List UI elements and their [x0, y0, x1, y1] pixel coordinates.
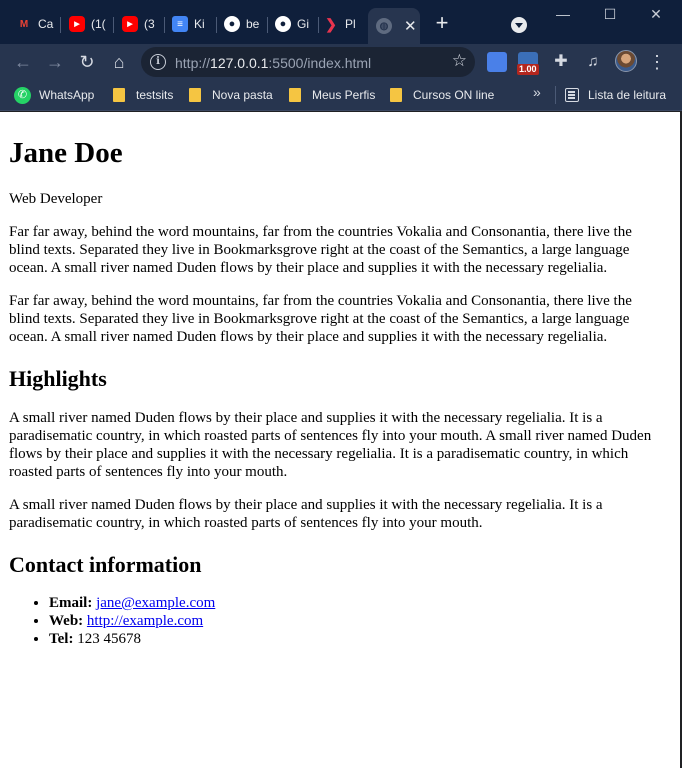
extension-badge: 1.00: [517, 64, 539, 75]
new-tab-button[interactable]: +: [431, 12, 453, 35]
translate-extension-icon[interactable]: [487, 52, 507, 72]
gmail-icon: M: [19, 18, 29, 30]
close-tab-icon[interactable]: ✕: [404, 17, 417, 35]
media-control-icon[interactable]: ♫: [583, 52, 603, 72]
email-label: Email:: [49, 595, 93, 611]
forward-icon[interactable]: →: [44, 51, 66, 73]
menu-icon[interactable]: ⋮: [646, 51, 668, 73]
tab-github-2[interactable]: ● Gi: [275, 9, 313, 39]
extensions-puzzle-icon[interactable]: ✚: [551, 52, 571, 72]
bookmark-label: Nova pasta: [212, 88, 273, 102]
document-icon: ≡: [172, 16, 188, 32]
tab-separator: [164, 17, 165, 33]
tab-label: (1(: [91, 17, 106, 31]
bookmark-star-icon[interactable]: ☆: [452, 51, 467, 71]
youtube-icon: ▶: [122, 16, 138, 32]
whatsapp-icon: ✆: [14, 86, 31, 104]
tab-label: Ki: [194, 17, 205, 31]
bookmark-meus-perfis[interactable]: Meus Perfis: [289, 85, 375, 105]
tab-separator: [113, 17, 114, 33]
highlights-heading: Highlights: [9, 366, 107, 391]
tab-github-1[interactable]: ● be: [224, 9, 262, 39]
browser-toolbar: ← → ↻ ⌂ i http://127.0.0.1:5500/index.ht…: [0, 44, 682, 80]
tab-separator: [318, 17, 319, 33]
page-content: Jane Doe Web Developer Far far away, beh…: [0, 112, 680, 768]
url-host: 127.0.0.1: [210, 55, 269, 71]
web-link[interactable]: http://example.com: [87, 613, 203, 629]
folder-icon: [390, 88, 402, 102]
contact-heading: Contact information: [9, 552, 202, 577]
url-text[interactable]: http://127.0.0.1:5500/index.html: [175, 55, 371, 71]
play-arrow-icon: ❯: [325, 15, 337, 32]
maximize-icon[interactable]: ☐: [598, 4, 622, 24]
url-path: :5500/index.html: [268, 55, 372, 71]
intro-paragraph: Far far away, behind the word mountains,…: [9, 224, 632, 276]
reading-list-button[interactable]: Lista de leitura: [565, 85, 666, 105]
bookmark-label: WhatsApp: [39, 88, 95, 102]
bookmark-nova-pasta[interactable]: Nova pasta: [189, 85, 273, 105]
page-title: Jane Doe: [9, 137, 123, 169]
tab-label: Pl: [345, 17, 356, 31]
folder-icon: [289, 88, 301, 102]
reading-list-icon: [565, 88, 579, 102]
close-window-icon[interactable]: ✕: [644, 4, 668, 24]
reading-list-label: Lista de leitura: [588, 88, 667, 102]
tab-gmail[interactable]: M Ca: [16, 9, 54, 39]
highlight-paragraph: A small river named Duden flows by their…: [9, 410, 652, 480]
tab-document[interactable]: ≡ Ki: [172, 9, 210, 39]
tab-active-localhost[interactable]: ◍ ✕: [368, 8, 420, 44]
contact-list: Email: jane@example.com Web: http://exam…: [9, 594, 660, 648]
bookmark-testsits[interactable]: testsits: [113, 85, 173, 105]
web-label: Web:: [49, 613, 84, 629]
site-info-icon[interactable]: i: [150, 54, 166, 70]
reload-icon[interactable]: ↻: [76, 51, 98, 73]
job-title: Web Developer: [9, 191, 103, 207]
bookmark-label: Cursos ON line: [413, 88, 495, 102]
profile-avatar[interactable]: [615, 50, 637, 72]
bookmark-whatsapp[interactable]: ✆ WhatsApp: [14, 85, 94, 105]
contact-web-item: Web: http://example.com: [49, 612, 660, 630]
tab-label: Ca: [38, 17, 54, 31]
url-scheme: http://: [175, 55, 211, 71]
tab-separator: [267, 17, 268, 33]
tab-plataforma[interactable]: ❯ Pl: [323, 9, 361, 39]
highlight-paragraph: A small river named Duden flows by their…: [9, 497, 603, 531]
github-icon: ●: [224, 16, 240, 32]
folder-icon: [113, 88, 125, 102]
intro-paragraph: Far far away, behind the word mountains,…: [9, 293, 632, 345]
tab-youtube-1[interactable]: ▶ (1(: [69, 9, 107, 39]
tab-strip: M Ca ▶ (1( ▶ (3 ≡ Ki ● be ● Gi ❯ Pl ◍ ✕ …: [0, 0, 682, 44]
tab-label: Gi: [297, 17, 309, 31]
contact-tel-item: Tel: 123 45678: [49, 630, 660, 648]
bookmark-label: testsits: [136, 88, 174, 102]
tab-label: (3: [144, 17, 155, 31]
folder-icon: [189, 88, 201, 102]
tab-separator: [216, 17, 217, 33]
bookmark-cursos-on-line[interactable]: Cursos ON line: [390, 85, 494, 105]
email-link[interactable]: jane@example.com: [96, 595, 215, 611]
youtube-icon: ▶: [69, 16, 85, 32]
tab-search-icon[interactable]: [511, 17, 527, 33]
minimize-icon[interactable]: —: [551, 4, 575, 24]
tab-label: be: [246, 17, 260, 31]
tab-youtube-2[interactable]: ▶ (3: [122, 9, 158, 39]
tel-label: Tel:: [49, 631, 74, 647]
github-icon: ●: [275, 16, 291, 32]
bookmark-label: Meus Perfis: [312, 88, 376, 102]
more-bookmarks-icon[interactable]: »: [533, 84, 541, 100]
address-bar[interactable]: i http://127.0.0.1:5500/index.html ☆: [141, 47, 475, 77]
globe-icon: ◍: [376, 18, 392, 34]
home-icon[interactable]: ⌂: [108, 51, 130, 73]
tab-separator: [60, 17, 61, 33]
back-icon[interactable]: ←: [12, 51, 34, 73]
bookmarks-divider: [555, 86, 556, 104]
contact-email-item: Email: jane@example.com: [49, 594, 660, 612]
tel-value: 123 45678: [77, 631, 141, 647]
